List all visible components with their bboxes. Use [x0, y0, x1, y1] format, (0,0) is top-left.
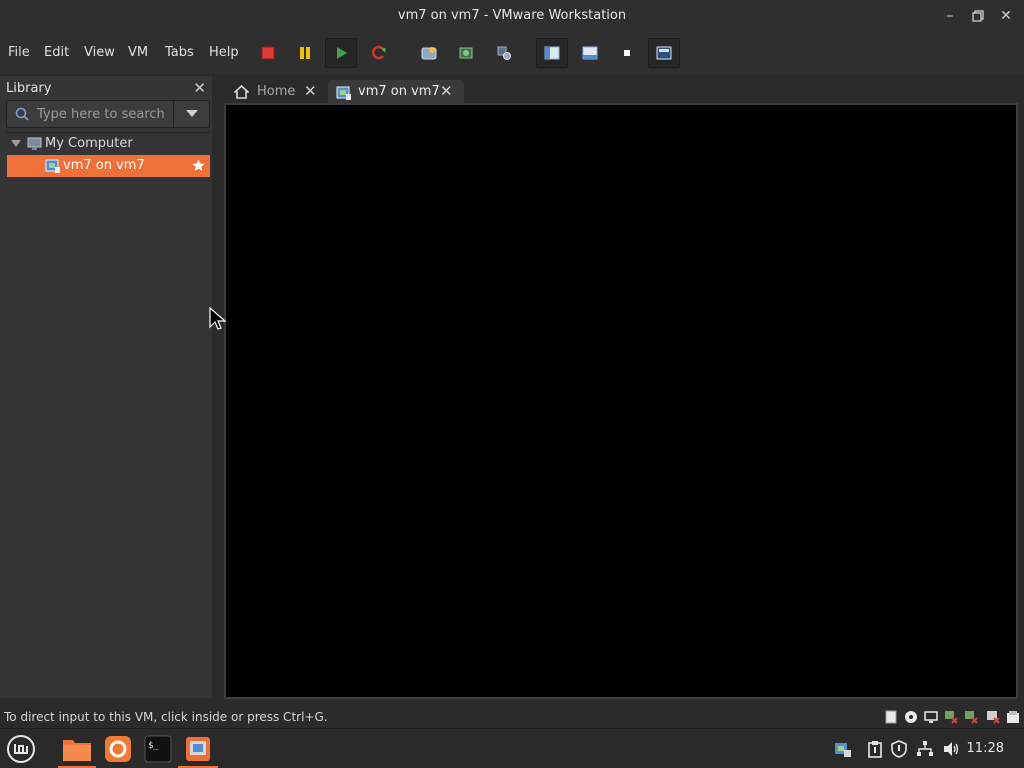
computer-icon — [27, 137, 42, 150]
menu-help[interactable]: Help — [209, 45, 239, 60]
message-log-icon[interactable] — [1006, 710, 1020, 724]
divider — [6, 180, 210, 181]
tree-item-vm7[interactable]: vm7 on vm7 — [7, 155, 210, 177]
close-tab-icon[interactable]: ✕ — [440, 82, 453, 100]
power-off-button[interactable] — [252, 38, 284, 68]
stop-square-icon — [261, 46, 275, 60]
home-icon — [234, 85, 249, 99]
library-panel: Library ✕ Type here to search My Compute… — [0, 76, 212, 698]
restore-icon[interactable] — [968, 6, 988, 26]
library-splitter[interactable] — [212, 76, 222, 698]
library-header: Library — [6, 81, 52, 96]
display-icon[interactable] — [924, 710, 938, 724]
volume-icon[interactable] — [942, 740, 960, 758]
mouse-cursor-icon — [209, 307, 227, 330]
tab-label: vm7 on vm7 — [358, 84, 440, 99]
tab-label: Home — [257, 84, 296, 99]
files-icon[interactable] — [61, 733, 93, 765]
vmware-icon[interactable] — [182, 733, 214, 765]
search-dropdown-button[interactable] — [173, 101, 209, 127]
library-view-icon — [544, 46, 560, 60]
fullscreen-icon — [656, 46, 672, 60]
terminal-icon[interactable]: $_ — [142, 733, 174, 765]
library-search[interactable]: Type here to search — [6, 100, 210, 128]
clipboard-icon[interactable] — [866, 740, 884, 758]
tree-item-my-computer[interactable]: My Computer — [7, 133, 210, 155]
star-icon[interactable] — [192, 159, 205, 172]
menu-edit[interactable]: Edit — [44, 45, 69, 60]
full-screen-button[interactable] — [648, 38, 680, 68]
pause-icon — [300, 47, 310, 59]
snapshot-manager-button[interactable] — [488, 38, 520, 68]
menu-vm[interactable]: VM — [128, 45, 148, 60]
refresh-icon — [372, 45, 386, 60]
mint-menu-icon[interactable] — [5, 733, 37, 765]
unity-button[interactable] — [611, 38, 643, 68]
svg-text:$_: $_ — [148, 741, 159, 751]
power-on-button[interactable] — [325, 38, 357, 68]
search-input[interactable]: Type here to search — [37, 107, 165, 122]
thumbnail-view-icon — [582, 46, 598, 60]
expand-triangle-icon[interactable] — [11, 140, 21, 147]
hard-disk-icon[interactable] — [884, 710, 898, 724]
firefox-icon[interactable] — [102, 733, 134, 765]
sound-icon[interactable] — [986, 710, 1000, 724]
keyboard-icon — [421, 47, 437, 60]
clock[interactable]: 11:28 — [967, 741, 1004, 756]
thumbnail-bar-button[interactable] — [574, 38, 606, 68]
menu-file[interactable]: File — [8, 45, 30, 60]
tree-item-label: My Computer — [45, 136, 133, 151]
vmware-tray-icon[interactable] — [834, 740, 852, 758]
tree-item-label: vm7 on vm7 — [63, 158, 145, 173]
menu-tabs[interactable]: Tabs — [165, 45, 194, 60]
search-icon — [15, 107, 29, 121]
tab-bar: Home ✕ vm7 on vm7 ✕ — [222, 76, 1024, 106]
snapshot-icon — [459, 47, 473, 59]
usb-disconnected-icon[interactable] — [964, 710, 978, 724]
vm-icon — [336, 86, 351, 100]
window-titlebar: vm7 on vm7 - VMware Workstation – ✕ — [0, 0, 1024, 32]
taskbar: $_ 11:28 — [0, 728, 1024, 768]
cd-icon[interactable] — [904, 710, 918, 724]
send-ctrl-alt-del-button[interactable] — [413, 38, 445, 68]
status-message: To direct input to this VM, click inside… — [4, 710, 328, 724]
window-title: vm7 on vm7 - VMware Workstation — [397, 8, 627, 23]
show-library-button[interactable] — [536, 38, 568, 68]
snapshot-button[interactable] — [450, 38, 482, 68]
menu-toolbar-row: File Edit View VM Tabs Help — [0, 32, 1024, 74]
shield-icon[interactable] — [890, 740, 908, 758]
restart-button[interactable] — [363, 38, 395, 68]
close-icon[interactable]: ✕ — [193, 79, 206, 97]
network-icon[interactable] — [916, 740, 934, 758]
chevron-down-icon — [185, 110, 198, 117]
suspend-button[interactable] — [289, 38, 321, 68]
unity-icon — [624, 50, 630, 56]
snapshot-manager-icon — [497, 46, 511, 60]
vm-console[interactable] — [224, 103, 1018, 699]
play-icon — [337, 47, 347, 59]
close-icon[interactable]: ✕ — [996, 6, 1016, 26]
minimize-icon[interactable]: – — [940, 6, 960, 26]
status-bar: To direct input to this VM, click inside… — [0, 706, 1024, 728]
close-tab-icon[interactable]: ✕ — [304, 82, 317, 100]
menu-view[interactable]: View — [84, 45, 115, 60]
vm-icon — [45, 159, 60, 173]
network-disconnected-icon[interactable] — [944, 710, 958, 724]
